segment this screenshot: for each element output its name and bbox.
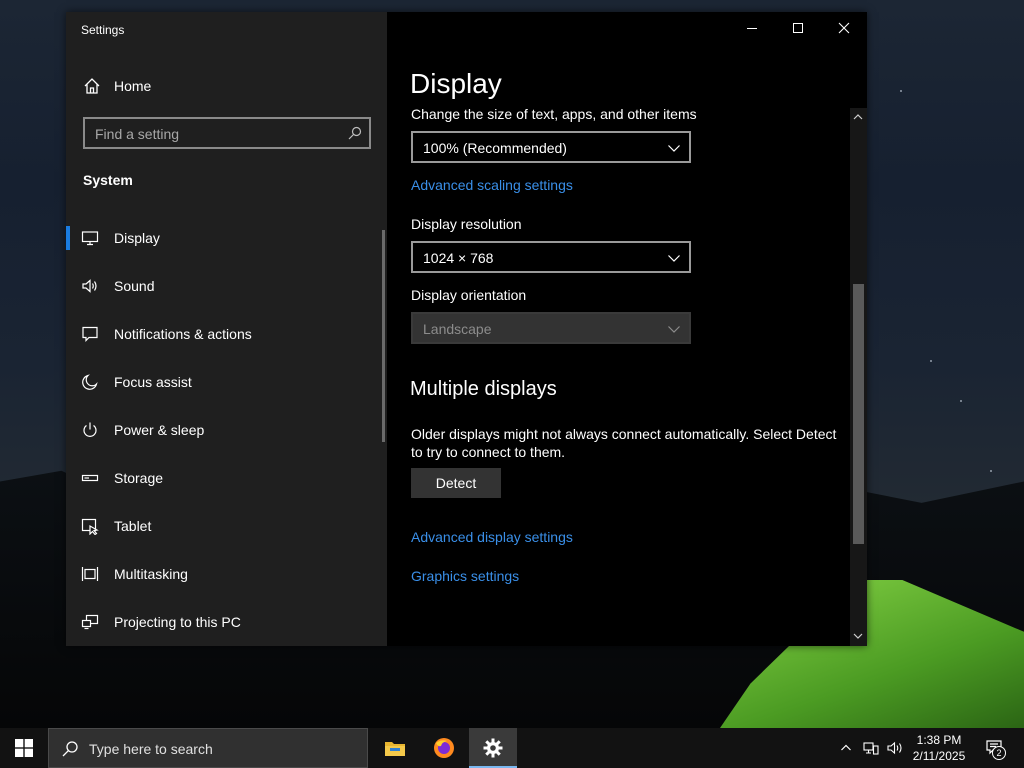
windows-logo-icon [15, 739, 33, 757]
taskbar-search-box[interactable]: Type here to search [48, 728, 368, 768]
settings-window: Settings Home Find a setting System Disp… [66, 12, 867, 646]
close-icon [838, 22, 850, 34]
taskbar: Type here to search 1:38 PM 2/11/2025 2 [0, 728, 1024, 768]
orientation-value: Landscape [423, 321, 492, 337]
page-title: Display [410, 68, 502, 99]
sidebar-item-sound[interactable]: Sound [66, 262, 387, 310]
message-icon [82, 326, 98, 342]
taskbar-file-explorer[interactable] [371, 728, 419, 768]
home-icon [84, 78, 100, 94]
star [990, 470, 992, 472]
resolution-label: Display resolution [411, 216, 522, 232]
resolution-value: 1024 × 768 [423, 250, 494, 266]
sidebar-item-display[interactable]: Display [66, 214, 387, 262]
scrollbar-thumb[interactable] [853, 284, 864, 544]
home-nav-item[interactable]: Home [66, 72, 387, 100]
sidebar-item-label: Tablet [114, 518, 152, 534]
volume-icon [887, 741, 902, 755]
taskbar-clock[interactable]: 1:38 PM 2/11/2025 [906, 732, 972, 764]
sidebar-scrollbar[interactable] [382, 230, 385, 442]
maximize-icon [793, 23, 803, 33]
advanced-display-settings-link[interactable]: Advanced display settings [411, 529, 573, 545]
start-button[interactable] [0, 728, 48, 768]
sidebar-item-label: Focus assist [114, 374, 192, 390]
taskbar-firefox[interactable] [420, 728, 468, 768]
scale-value: 100% (Recommended) [423, 140, 567, 156]
content-scrollbar[interactable] [850, 108, 867, 646]
projector-icon [81, 614, 99, 630]
sidebar-item-label: Multitasking [114, 566, 188, 582]
detect-button[interactable]: Detect [411, 468, 501, 498]
find-setting-input[interactable]: Find a setting [83, 117, 371, 149]
sidebar-item-projecting[interactable]: Projecting to this PC [66, 598, 387, 646]
minimize-icon [747, 28, 757, 29]
scroll-up-icon[interactable] [852, 111, 864, 123]
storage-icon [81, 474, 99, 482]
multiple-displays-heading: Multiple displays [410, 378, 557, 400]
show-hidden-icons-button[interactable] [836, 728, 856, 768]
speaker-icon [82, 279, 97, 293]
sidebar-item-label: Sound [114, 278, 155, 294]
sidebar-item-label: Projecting to this PC [114, 614, 241, 630]
taskbar-settings[interactable] [469, 728, 517, 768]
sidebar-item-focus-assist[interactable]: Focus assist [66, 358, 387, 406]
graphics-settings-link[interactable]: Graphics settings [411, 568, 519, 584]
clock-time: 1:38 PM [916, 733, 962, 747]
network-tray-button[interactable] [860, 728, 882, 768]
orientation-dropdown[interactable]: Landscape [411, 312, 691, 344]
display-settings-page: Display Change the size of text, apps, a… [387, 12, 867, 646]
settings-sidebar: Settings Home Find a setting System Disp… [66, 12, 387, 646]
scale-dropdown[interactable]: 100% (Recommended) [411, 131, 691, 163]
home-label: Home [114, 78, 152, 94]
star [930, 360, 932, 362]
sidebar-item-storage[interactable]: Storage [66, 454, 387, 502]
network-icon [863, 742, 879, 755]
sidebar-item-label: Power & sleep [114, 422, 205, 438]
power-icon [83, 422, 97, 437]
orientation-label: Display orientation [411, 287, 527, 303]
tablet-icon [81, 518, 99, 535]
star [900, 90, 902, 92]
sidebar-item-label: Notifications & actions [114, 326, 252, 342]
window-caption-buttons [729, 12, 867, 44]
sidebar-item-multitasking[interactable]: Multitasking [66, 550, 387, 598]
window-title: Settings [81, 23, 125, 37]
system-nav-list: Display Sound Notifications & actions Fo… [66, 214, 387, 646]
minimize-button[interactable] [729, 12, 775, 44]
sidebar-item-notifications[interactable]: Notifications & actions [66, 310, 387, 358]
sidebar-item-power-sleep[interactable]: Power & sleep [66, 406, 387, 454]
section-title: System [83, 172, 133, 188]
volume-tray-button[interactable] [884, 728, 906, 768]
firefox-icon [434, 738, 454, 758]
search-icon[interactable] [348, 126, 362, 140]
notification-count-badge: 2 [992, 746, 1006, 760]
moon-icon [82, 374, 98, 390]
chevron-up-icon [841, 744, 851, 751]
action-center-button[interactable]: 2 [978, 728, 1012, 768]
search-placeholder: Find a setting [95, 126, 180, 142]
sidebar-item-label: Display [114, 230, 160, 246]
taskbar-search-placeholder: Type here to search [89, 741, 213, 757]
sidebar-item-tablet[interactable]: Tablet [66, 502, 387, 550]
sidebar-item-label: Storage [114, 470, 164, 486]
chevron-down-icon [668, 326, 680, 333]
star [960, 400, 962, 402]
advanced-scaling-link[interactable]: Advanced scaling settings [411, 177, 573, 193]
search-icon [62, 741, 78, 757]
scale-label: Change the size of text, apps, and other… [411, 106, 697, 122]
gear-icon [483, 738, 503, 758]
close-button[interactable] [821, 12, 867, 44]
multiple-displays-description: Older displays might not always connect … [411, 426, 837, 460]
clock-date: 2/11/2025 [912, 749, 966, 763]
monitor-icon [81, 231, 99, 246]
multitasking-icon [81, 567, 99, 581]
scroll-down-icon[interactable] [852, 630, 864, 642]
chevron-down-icon [668, 145, 680, 152]
folder-icon [385, 742, 405, 756]
maximize-button[interactable] [775, 12, 821, 44]
resolution-dropdown[interactable]: 1024 × 768 [411, 241, 691, 273]
chevron-down-icon [668, 255, 680, 262]
